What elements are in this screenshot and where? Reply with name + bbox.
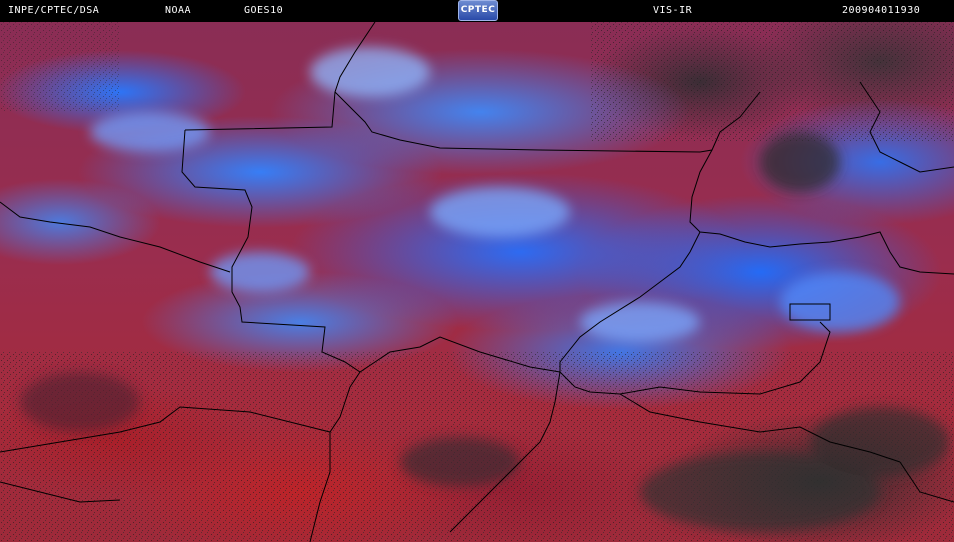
- cptec-logo: CPTEC: [458, 0, 498, 21]
- state-borders-overlay: [0, 22, 954, 542]
- agency-label: NOAA: [165, 5, 192, 16]
- image-header-bar: INPE/CPTEC/DSA NOAA GOES10 CPTEC VIS-IR …: [0, 0, 954, 22]
- source-label: INPE/CPTEC/DSA: [8, 5, 100, 16]
- land-texture-northwest: [0, 22, 120, 112]
- satellite-image: [0, 22, 954, 542]
- logo-text: CPTEC: [460, 5, 496, 15]
- channel-label: VIS-IR: [653, 5, 693, 16]
- land-texture-northeast: [590, 22, 954, 142]
- satellite-label: GOES10: [244, 5, 284, 16]
- timestamp-label: 200904011930: [842, 5, 921, 16]
